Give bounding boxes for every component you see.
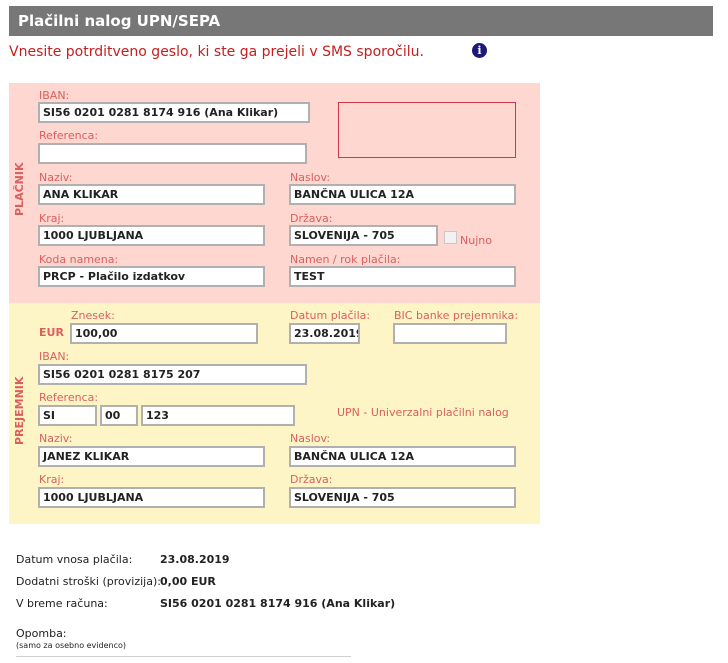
payee-name-label: Naziv: (39, 432, 73, 445)
payee-address-field[interactable]: BANČNA ULICA 12A (289, 446, 516, 467)
payer-reference-label: Referenca: (39, 129, 99, 142)
purpose-code-field[interactable]: PRCP - Plačilo izdatkov (38, 266, 265, 287)
payee-reference-label: Referenca: (39, 391, 99, 404)
payee-country-field[interactable]: SLOVENIJA - 705 (289, 487, 516, 508)
payee-country-label: Država: (290, 473, 333, 486)
info-icon[interactable]: i (472, 43, 487, 58)
debit-account-value: SI56 0201 0281 8174 916 (Ana Klikar) (160, 597, 396, 610)
amount-field[interactable]: 100,00 (70, 323, 258, 344)
bic-field[interactable] (393, 323, 507, 344)
payer-address-field[interactable]: BANČNA ULICA 12A (289, 184, 516, 205)
payee-address-label: Naslov: (290, 432, 331, 445)
debit-account-label: V breme računa: (16, 597, 108, 610)
ref-code-field[interactable]: 00 (100, 405, 138, 426)
payer-name-field[interactable]: ANA KLIKAR (38, 184, 265, 205)
entry-date-label: Datum vnosa plačila: (16, 553, 133, 566)
entry-date-value: 23.08.2019 (160, 553, 230, 566)
payer-city-label: Kraj: (39, 212, 65, 225)
payer-iban-field[interactable]: SI56 0201 0281 8174 916 (Ana Klikar) (38, 102, 310, 123)
sms-instruction: Vnesite potrditveno geslo, ki ste ga pre… (9, 44, 424, 60)
ref-model-field[interactable]: SI (38, 405, 97, 426)
payer-iban-label: IBAN: (39, 89, 70, 102)
payer-address-label: Naslov: (290, 171, 331, 184)
urgent-label: Nujno (460, 234, 492, 247)
note-input[interactable] (16, 656, 351, 657)
amount-label: Znesek: (71, 309, 115, 322)
payee-iban-field[interactable]: SI56 0201 0281 8175 207 (38, 364, 307, 385)
payer-reference-field[interactable] (38, 143, 307, 164)
payment-date-field[interactable]: 23.08.2019 (289, 323, 360, 344)
note-sublabel: (samo za osebno evidenco) (16, 641, 126, 650)
payer-city-field[interactable]: 1000 LJUBLJANA (38, 225, 265, 246)
payee-city-label: Kraj: (39, 473, 65, 486)
page-title: Plačilni nalog UPN/SEPA (9, 6, 713, 36)
payee-iban-label: IBAN: (39, 350, 70, 363)
payment-date-label: Datum plačila: (290, 309, 371, 322)
payee-city-field[interactable]: 1000 LJUBLJANA (38, 487, 265, 508)
upn-note: UPN - Univerzalni plačilni nalog (337, 406, 509, 419)
payer-section-label: PLAČNIK (13, 162, 26, 216)
purpose-field[interactable]: TEST (289, 266, 516, 287)
bic-label: BIC banke prejemnika: (394, 309, 519, 322)
payee-name-field[interactable]: JANEZ KLIKAR (38, 446, 265, 467)
payee-section-label: PREJEMNIK (13, 376, 26, 445)
payer-country-field[interactable]: SLOVENIJA - 705 (289, 225, 438, 246)
urgent-checkbox[interactable] (444, 231, 457, 244)
fee-value: 0,00 EUR (160, 575, 216, 588)
ref-number-field[interactable]: 123 (141, 405, 295, 426)
purpose-code-label: Koda namena: (39, 253, 119, 266)
note-label: Opomba: (16, 627, 67, 640)
sms-code-box[interactable] (338, 102, 516, 158)
payer-name-label: Naziv: (39, 171, 73, 184)
payer-country-label: Država: (290, 212, 333, 225)
purpose-label: Namen / rok plačila: (290, 253, 401, 266)
currency-label: EUR (39, 326, 64, 339)
fee-label: Dodatni stroški (provizija): (16, 575, 161, 588)
